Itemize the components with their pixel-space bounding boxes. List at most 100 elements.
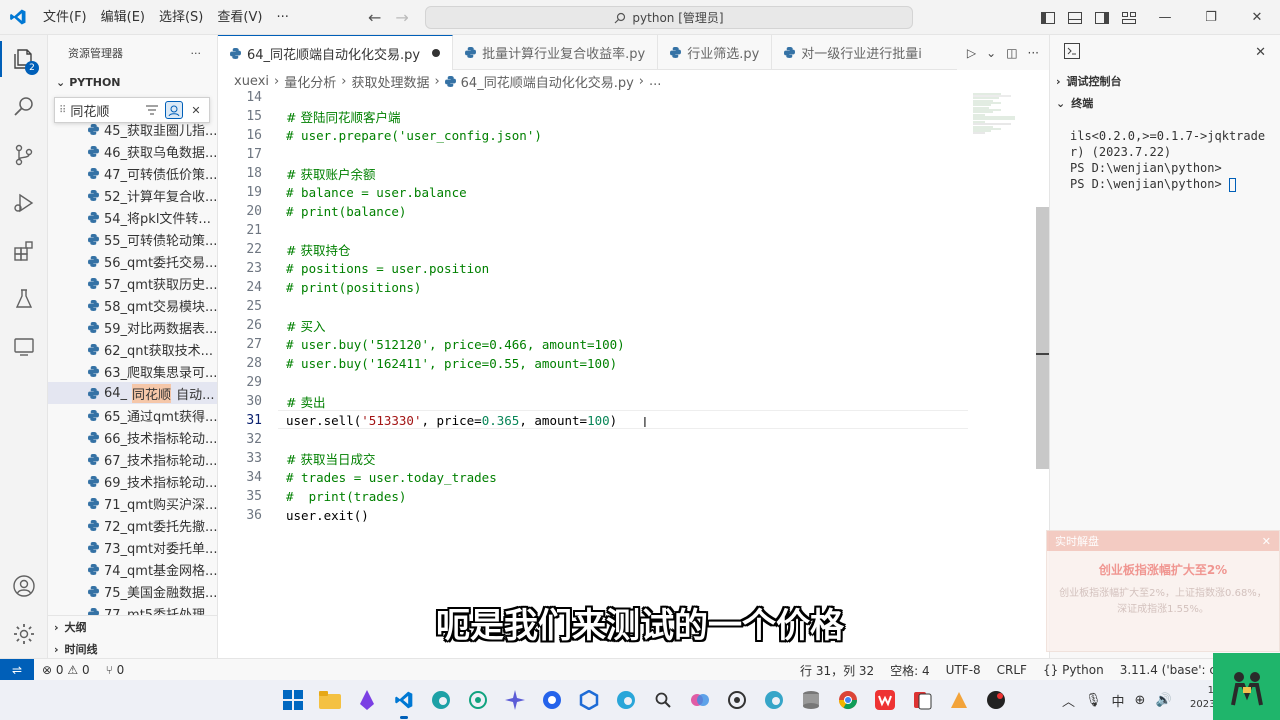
app-icon[interactable]: [945, 686, 973, 714]
search-icon[interactable]: [0, 83, 48, 131]
search-icon[interactable]: [649, 686, 677, 714]
file-item[interactable]: 55_可转债轮动策...: [48, 228, 217, 250]
back-arrow-icon[interactable]: ←: [368, 8, 381, 27]
more-actions-icon[interactable]: ···: [191, 47, 202, 60]
end-of-line[interactable]: CRLF: [989, 663, 1035, 677]
copilot-icon[interactable]: [686, 686, 714, 714]
volume-icon[interactable]: 🔊: [1155, 693, 1171, 708]
cursor-position[interactable]: 行 31，列 32: [792, 662, 882, 679]
unsaved-dot-icon[interactable]: [432, 49, 441, 57]
file-item[interactable]: 65_通过qmt获得...: [48, 404, 217, 426]
card-game-icon[interactable]: [908, 686, 936, 714]
chatgpt-icon[interactable]: [723, 686, 751, 714]
microphone-icon[interactable]: 🎙: [1085, 693, 1102, 708]
forward-arrow-icon[interactable]: →: [395, 8, 408, 27]
file-item[interactable]: 62_qnt获取技术...: [48, 338, 217, 360]
app-icon[interactable]: [538, 686, 566, 714]
close-panel-icon[interactable]: ✕: [1255, 45, 1266, 60]
file-item[interactable]: 73_qmt对委托单...: [48, 536, 217, 558]
toggle-sidebar-icon[interactable]: [1034, 0, 1061, 35]
close-find-icon[interactable]: ✕: [187, 101, 205, 119]
close-window-button[interactable]: ✕: [1234, 0, 1280, 35]
file-item[interactable]: 52_计算年复合收...: [48, 184, 217, 206]
vscode-taskbar-icon[interactable]: [390, 686, 418, 719]
explorer-icon[interactable]: 2: [0, 35, 48, 83]
source-control-icon[interactable]: [0, 131, 48, 179]
file-item[interactable]: 66_技术指标轮动...: [48, 426, 217, 448]
indentation[interactable]: 空格: 4: [882, 662, 938, 679]
chrome-browser-icon[interactable]: [834, 686, 862, 714]
file-item[interactable]: 59_对比两数据表...: [48, 316, 217, 338]
file-item-selected[interactable]: 64_ 同花顺 自动...: [48, 382, 217, 404]
tab-file[interactable]: 对一级行业进行批量i: [772, 35, 934, 70]
encoding[interactable]: UTF-8: [938, 663, 989, 677]
copilot-sparkle-icon[interactable]: [501, 686, 529, 714]
more-actions-icon[interactable]: ···: [1028, 46, 1039, 60]
input-method-indicator[interactable]: 中: [1112, 691, 1125, 710]
vertical-scrollbar[interactable]: [1036, 207, 1049, 469]
menu-more[interactable]: ···: [269, 0, 295, 35]
file-item[interactable]: 47_可转债低价策...: [48, 162, 217, 184]
language-mode[interactable]: {} Python: [1035, 663, 1112, 677]
terminal-section[interactable]: ⌄ 终端: [1050, 92, 1280, 114]
command-center-search[interactable]: python [管理员]: [425, 6, 913, 29]
file-item[interactable]: 46_获取乌龟数据...: [48, 140, 217, 162]
restore-button[interactable]: ❐: [1188, 0, 1234, 35]
edge-browser-icon[interactable]: [427, 686, 455, 714]
tab-file[interactable]: 行业筛选.py: [658, 35, 773, 70]
app-icon[interactable]: [353, 686, 381, 714]
customize-layout-icon[interactable]: [1115, 0, 1142, 35]
file-item[interactable]: 57_qmt获取历史...: [48, 272, 217, 294]
toggle-panel-icon[interactable]: [1061, 0, 1088, 35]
app-icon[interactable]: [982, 686, 1010, 714]
minimap[interactable]: [971, 92, 1031, 142]
tab-file[interactable]: 批量计算行业复合收益率.py: [453, 35, 659, 70]
debug-console-section[interactable]: › 调试控制台: [1050, 70, 1280, 92]
file-item[interactable]: 69_技术指标轮动...: [48, 470, 217, 492]
chevron-up-icon[interactable]: ︿: [1062, 691, 1075, 710]
app-icon[interactable]: [575, 686, 603, 714]
menu-selection[interactable]: 选择(S): [152, 0, 210, 35]
run-file-icon[interactable]: ▷: [967, 46, 976, 60]
tab-active-file[interactable]: 64_同花顺端自动化化交易.py: [218, 35, 454, 70]
run-debug-icon[interactable]: [0, 179, 48, 227]
file-item[interactable]: 72_qmt委托先撤...: [48, 514, 217, 536]
windows-start-icon[interactable]: [279, 686, 307, 714]
file-item[interactable]: 71_qmt购买沪深...: [48, 492, 217, 514]
terminal-icon[interactable]: [1064, 42, 1080, 63]
database-icon[interactable]: [797, 686, 825, 714]
file-item[interactable]: 54_将pkl文件转...: [48, 206, 217, 228]
filter-icon[interactable]: [143, 101, 161, 119]
menu-edit[interactable]: 编辑(E): [94, 0, 152, 35]
split-editor-icon[interactable]: ◫: [1006, 46, 1017, 60]
wps-office-icon[interactable]: [871, 686, 899, 714]
breadcrumb-item[interactable]: ...: [649, 74, 661, 89]
ports-indicator[interactable]: ⑂ 0: [98, 663, 133, 677]
remote-explorer-icon[interactable]: [0, 323, 48, 371]
chatgpt-icon[interactable]: [464, 686, 492, 714]
tree-find-input[interactable]: [70, 102, 139, 118]
menu-file[interactable]: 文件(F): [36, 0, 94, 35]
file-item[interactable]: 74_qmt基金网格...: [48, 558, 217, 580]
file-item[interactable]: 63_爬取集思录可...: [48, 360, 217, 382]
edge-browser-icon[interactable]: [612, 686, 640, 714]
network-icon[interactable]: ⊕: [1135, 693, 1146, 708]
fuzzy-match-icon[interactable]: [165, 101, 183, 119]
problems-indicator[interactable]: ⊗ 0 ⚠ 0: [34, 663, 98, 677]
file-item[interactable]: 56_qmt委托交易...: [48, 250, 217, 272]
remote-indicator-icon[interactable]: ⇌: [0, 658, 34, 681]
terminal-output[interactable]: ils<0.2.0,>=0.1.7->jqktrade r) (2023.7.2…: [1070, 128, 1275, 192]
menu-view[interactable]: 查看(V): [210, 0, 269, 35]
workspace-section-header[interactable]: ⌄ PYTHON: [48, 71, 217, 93]
close-notification-icon[interactable]: ✕: [1262, 535, 1271, 548]
run-dropdown-icon[interactable]: ⌄: [986, 46, 996, 60]
breadcrumb-item[interactable]: xuexi: [234, 74, 269, 89]
drag-handle-icon[interactable]: ⠿: [59, 105, 66, 116]
file-item[interactable]: 58_qmt交易模块...: [48, 294, 217, 316]
extensions-icon[interactable]: [0, 227, 48, 275]
toggle-secondary-sidebar-icon[interactable]: [1088, 0, 1115, 35]
system-clock[interactable]: 1 2023: [1190, 684, 1214, 712]
minimize-button[interactable]: —: [1142, 0, 1188, 35]
testing-flask-icon[interactable]: [0, 275, 48, 323]
code-editor[interactable]: 14 15 # 登陆同花顺客户端 16 # user.prepare('user_con…: [218, 90, 1049, 658]
